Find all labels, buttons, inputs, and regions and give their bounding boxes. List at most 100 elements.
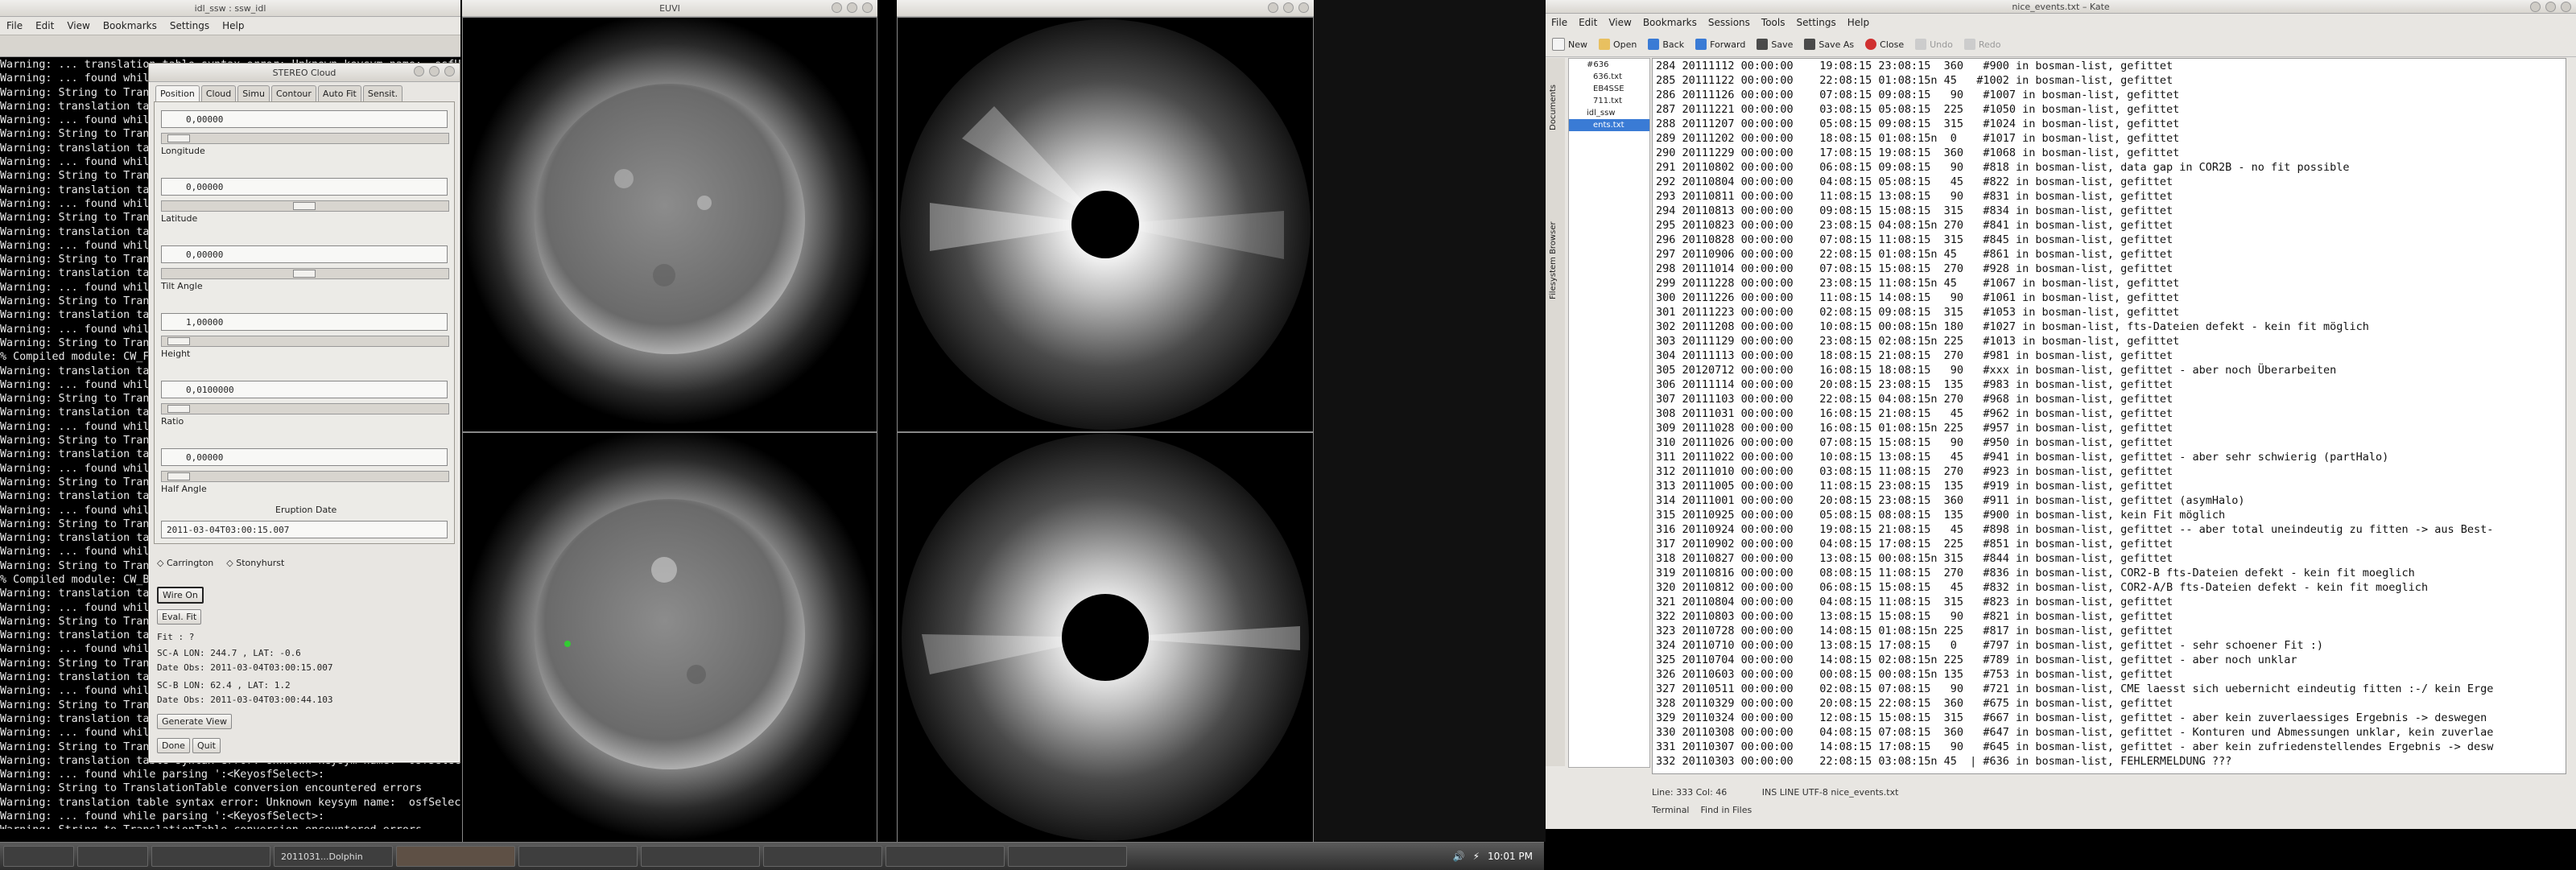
eval-fit-button[interactable]: Eval. Fit xyxy=(157,609,202,625)
eruption-date-field[interactable]: 2011-03-04T03:00:15.007 xyxy=(161,521,448,538)
euvi-titlebar[interactable]: EUVI xyxy=(462,0,877,17)
tab-contour[interactable]: Contour xyxy=(271,85,316,101)
tab-sensit[interactable]: Sensit. xyxy=(362,85,403,101)
taskbar-clock[interactable]: 10:01 PM xyxy=(1488,851,1533,862)
quit-button[interactable]: Quit xyxy=(192,738,221,753)
value-slider[interactable] xyxy=(161,471,449,482)
slider-handle[interactable] xyxy=(167,337,190,345)
close-icon[interactable] xyxy=(2561,2,2571,12)
close-icon[interactable] xyxy=(444,66,455,76)
radio-stonyhurst[interactable]: ◇ Stonyhurst xyxy=(226,558,284,568)
maximize-icon[interactable] xyxy=(2545,2,2556,12)
maximize-icon[interactable] xyxy=(429,66,440,76)
kate-menu-sessions[interactable]: Sessions xyxy=(1703,17,1756,28)
doc-item-active[interactable]: ents.txt xyxy=(1569,119,1649,131)
close-icon[interactable] xyxy=(862,2,873,13)
menu-settings[interactable]: Settings xyxy=(163,20,216,31)
maximize-icon[interactable] xyxy=(847,2,857,13)
menu-bookmarks[interactable]: Bookmarks xyxy=(97,20,163,31)
cor2-image-a[interactable] xyxy=(897,17,1314,432)
doc-item[interactable]: 636.txt xyxy=(1569,71,1649,83)
taskbar-item[interactable] xyxy=(763,846,882,867)
tab-cloud[interactable]: Cloud xyxy=(200,85,237,101)
network-icon[interactable]: ⚡ xyxy=(1473,851,1480,862)
kate-menu-file[interactable]: File xyxy=(1546,17,1573,28)
side-tab-filesystem[interactable]: Filesystem Browser xyxy=(1549,221,1558,299)
text-editor[interactable]: 284 20111112 00:00:00 19:08:15 23:08:15 … xyxy=(1652,58,2566,774)
radio-carrington[interactable]: ◇ Carrington xyxy=(157,558,213,568)
euvi-image-a[interactable] xyxy=(462,17,877,432)
value-slider[interactable] xyxy=(161,268,449,279)
numeric-field[interactable]: 0,0100000 xyxy=(161,381,448,398)
menu-file[interactable]: File xyxy=(0,20,29,31)
kate-menu-settings[interactable]: Settings xyxy=(1790,17,1841,28)
redo-button[interactable]: Redo xyxy=(1963,39,2001,50)
numeric-field[interactable]: 1,00000 xyxy=(161,313,448,331)
slider-handle[interactable] xyxy=(167,134,190,142)
slider-handle[interactable] xyxy=(167,472,190,480)
doc-item[interactable]: EB4SSE xyxy=(1569,83,1649,95)
minimize-icon[interactable] xyxy=(1268,2,1278,13)
value-slider[interactable] xyxy=(161,336,449,347)
kate-menu-view[interactable]: View xyxy=(1603,17,1637,28)
menu-view[interactable]: View xyxy=(60,20,96,31)
side-tab-documents[interactable]: Documents xyxy=(1549,85,1558,130)
generate-view-button[interactable]: Generate View xyxy=(157,714,232,729)
doc-item[interactable]: idl_ssw xyxy=(1569,107,1649,119)
minimize-icon[interactable] xyxy=(832,2,842,13)
wire-on-button[interactable]: Wire On xyxy=(157,587,204,604)
doc-item[interactable]: #636 xyxy=(1569,59,1649,71)
minimize-icon[interactable] xyxy=(414,66,424,76)
numeric-field[interactable]: 0,00000 xyxy=(161,448,448,466)
minimize-icon[interactable] xyxy=(2530,2,2541,12)
value-slider[interactable] xyxy=(161,200,449,212)
dialog-titlebar[interactable]: STEREO Cloud xyxy=(149,64,460,82)
forward-button[interactable]: Forward xyxy=(1695,39,1745,50)
open-button[interactable]: Open xyxy=(1599,39,1637,50)
slider-handle[interactable] xyxy=(293,270,316,278)
taskbar-item[interactable] xyxy=(3,846,74,867)
new-button[interactable]: New xyxy=(1552,38,1587,51)
slider-handle[interactable] xyxy=(293,202,316,210)
taskbar-item[interactable] xyxy=(151,846,270,867)
save-as-button[interactable]: Save As xyxy=(1804,39,1854,50)
taskbar-item[interactable] xyxy=(886,846,1005,867)
numeric-field[interactable]: 0,00000 xyxy=(161,178,448,196)
taskbar-item[interactable]: 2011031...Dolphin xyxy=(274,846,393,867)
kate-titlebar[interactable]: nice_events.txt – Kate xyxy=(1546,0,2576,14)
close-icon[interactable] xyxy=(1298,2,1309,13)
value-slider[interactable] xyxy=(161,403,449,414)
kate-menu-edit[interactable]: Edit xyxy=(1573,17,1603,28)
tab-position[interactable]: Position xyxy=(155,85,200,101)
cor-titlebar[interactable] xyxy=(897,0,1314,17)
menu-help[interactable]: Help xyxy=(216,20,250,31)
slider-handle[interactable] xyxy=(167,405,190,413)
cor2-image-b[interactable] xyxy=(897,432,1314,843)
kate-menu-tools[interactable]: Tools xyxy=(1756,17,1791,28)
menu-edit[interactable]: Edit xyxy=(29,20,60,31)
tab-auto-fit[interactable]: Auto Fit xyxy=(317,85,361,101)
numeric-field[interactable]: 0,00000 xyxy=(161,110,448,128)
open-label: Open xyxy=(1613,39,1637,50)
taskbar-item[interactable] xyxy=(641,846,760,867)
done-button[interactable]: Done xyxy=(157,738,190,753)
taskbar-item[interactable] xyxy=(518,846,638,867)
undo-button[interactable]: Undo xyxy=(1915,39,1953,50)
euvi-image-b[interactable] xyxy=(462,432,877,843)
taskbar-item[interactable] xyxy=(1008,846,1127,867)
back-button[interactable]: Back xyxy=(1648,39,1684,50)
tab-simu[interactable]: Simu xyxy=(237,85,270,101)
find-in-files-tab[interactable]: Find in Files xyxy=(1701,805,1752,815)
value-slider[interactable] xyxy=(161,133,449,144)
close-button[interactable]: Close xyxy=(1865,39,1904,50)
terminal-tab[interactable]: Terminal xyxy=(1652,805,1690,815)
taskbar-item[interactable] xyxy=(77,846,148,867)
taskbar-item-active[interactable] xyxy=(396,846,515,867)
volume-icon[interactable]: 🔊 xyxy=(1453,851,1465,862)
numeric-field[interactable]: 0,00000 xyxy=(161,245,448,263)
doc-item[interactable]: 711.txt xyxy=(1569,95,1649,107)
save-button[interactable]: Save xyxy=(1757,39,1793,50)
kate-menu-bookmarks[interactable]: Bookmarks xyxy=(1637,17,1703,28)
maximize-icon[interactable] xyxy=(1283,2,1294,13)
kate-menu-help[interactable]: Help xyxy=(1842,17,1875,28)
